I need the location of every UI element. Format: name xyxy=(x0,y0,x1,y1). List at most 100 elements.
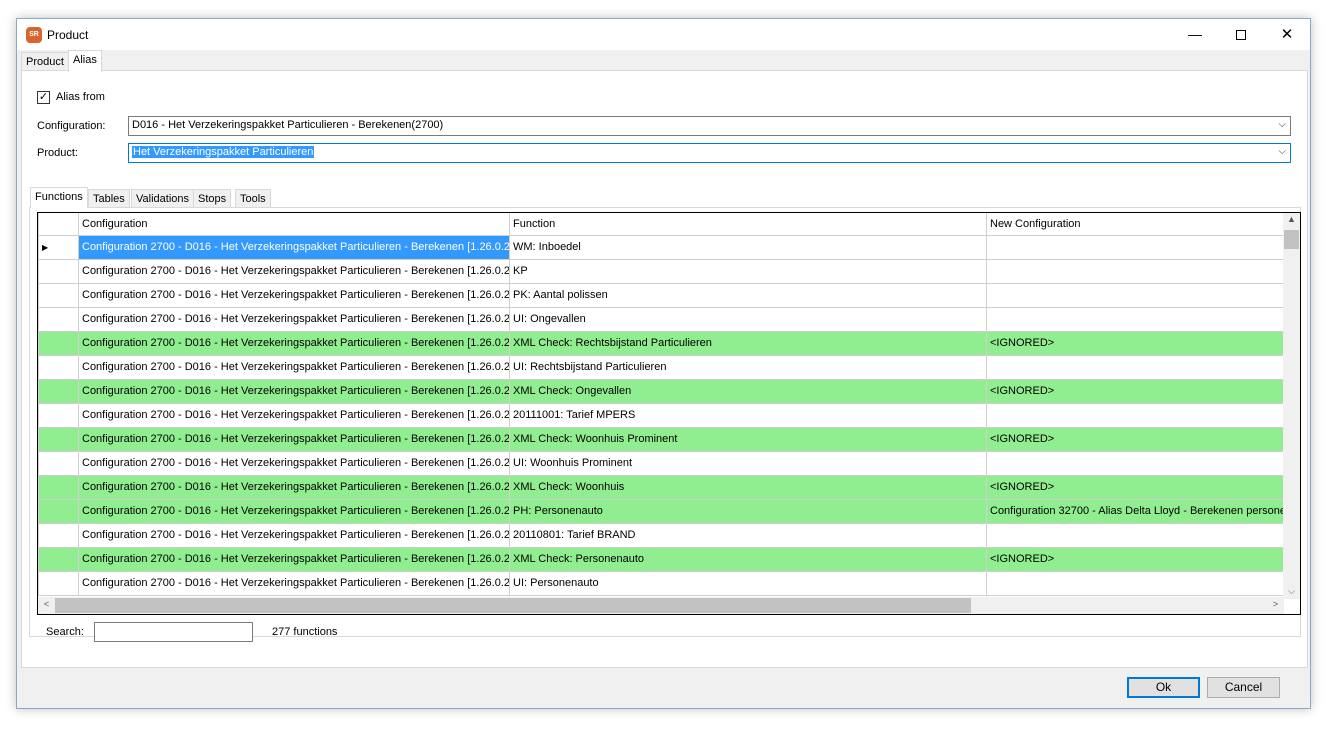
close-button[interactable]: ✕ xyxy=(1264,19,1310,50)
row-header[interactable] xyxy=(38,282,79,308)
cell-new-configuration[interactable]: <IGNORED> xyxy=(986,546,1285,572)
cell-configuration[interactable]: Configuration 2700 - D016 - Het Verzeker… xyxy=(78,426,510,452)
scroll-right-icon[interactable]: > xyxy=(1267,599,1284,609)
cell-new-configuration[interactable] xyxy=(986,282,1285,308)
table-row[interactable]: Configuration 2700 - D016 - Het Verzeker… xyxy=(38,426,1285,452)
cell-new-configuration[interactable]: <IGNORED> xyxy=(986,426,1285,452)
row-header[interactable] xyxy=(38,354,79,380)
row-header[interactable] xyxy=(38,378,79,404)
column-header-new-configuration[interactable]: New Configuration xyxy=(986,213,1285,236)
cell-new-configuration[interactable] xyxy=(986,522,1285,548)
cell-function[interactable]: KP xyxy=(509,258,987,284)
row-header[interactable]: ▶ xyxy=(38,234,79,260)
table-row[interactable]: Configuration 2700 - D016 - Het Verzeker… xyxy=(38,282,1285,308)
row-header[interactable] xyxy=(38,522,79,548)
cell-function[interactable]: WM: Inboedel xyxy=(509,234,987,260)
tab-tables[interactable]: Tables xyxy=(88,189,130,208)
cell-new-configuration[interactable] xyxy=(986,258,1285,284)
scroll-down-icon[interactable]: ⌵ xyxy=(1283,586,1300,597)
cell-new-configuration[interactable] xyxy=(986,306,1285,332)
tab-stops[interactable]: Stops xyxy=(193,189,232,208)
table-row[interactable]: Configuration 2700 - D016 - Het Verzeker… xyxy=(38,522,1285,548)
tab-product[interactable]: Product xyxy=(21,52,69,72)
cell-configuration[interactable]: Configuration 2700 - D016 - Het Verzeker… xyxy=(78,234,510,260)
minimize-button[interactable]: — xyxy=(1172,19,1218,50)
cell-new-configuration[interactable] xyxy=(986,234,1285,260)
table-row[interactable]: Configuration 2700 - D016 - Het Verzeker… xyxy=(38,570,1285,596)
cell-configuration[interactable]: Configuration 2700 - D016 - Het Verzeker… xyxy=(78,474,510,500)
row-header[interactable] xyxy=(38,450,79,476)
vertical-scroll-thumb[interactable] xyxy=(1284,230,1299,249)
alias-from-checkbox[interactable]: ✓ xyxy=(37,91,50,104)
cell-function[interactable]: XML Check: Personenauto xyxy=(509,546,987,572)
product-dropdown[interactable]: Het Verzekeringspakket Particulieren ⌵ xyxy=(128,143,1291,163)
cell-function[interactable]: XML Check: Rechtsbijstand Particulieren xyxy=(509,330,987,356)
cell-configuration[interactable]: Configuration 2700 - D016 - Het Verzeker… xyxy=(78,378,510,404)
cell-function[interactable]: XML Check: Woonhuis xyxy=(509,474,987,500)
cell-configuration[interactable]: Configuration 2700 - D016 - Het Verzeker… xyxy=(78,546,510,572)
table-row[interactable]: Configuration 2700 - D016 - Het Verzeker… xyxy=(38,330,1285,356)
cell-configuration[interactable]: Configuration 2700 - D016 - Het Verzeker… xyxy=(78,522,510,548)
column-header-function[interactable]: Function xyxy=(509,213,987,236)
search-input[interactable] xyxy=(94,622,253,642)
maximize-button[interactable] xyxy=(1218,19,1264,50)
cell-function[interactable]: UI: Personenauto xyxy=(509,570,987,596)
cell-configuration[interactable]: Configuration 2700 - D016 - Het Verzeker… xyxy=(78,354,510,380)
cell-function[interactable]: XML Check: Woonhuis Prominent xyxy=(509,426,987,452)
horizontal-scroll-thumb[interactable] xyxy=(55,598,971,613)
cell-new-configuration[interactable]: <IGNORED> xyxy=(986,474,1285,500)
cell-configuration[interactable]: Configuration 2700 - D016 - Het Verzeker… xyxy=(78,570,510,596)
cell-new-configuration[interactable] xyxy=(986,354,1285,380)
row-header[interactable] xyxy=(38,402,79,428)
cell-new-configuration[interactable] xyxy=(986,402,1285,428)
tab-alias[interactable]: Alias xyxy=(68,50,102,72)
table-row[interactable]: Configuration 2700 - D016 - Het Verzeker… xyxy=(38,402,1285,428)
table-row[interactable]: Configuration 2700 - D016 - Het Verzeker… xyxy=(38,498,1285,524)
configuration-dropdown[interactable]: D016 - Het Verzekeringspakket Particulie… xyxy=(128,116,1291,136)
cell-configuration[interactable]: Configuration 2700 - D016 - Het Verzeker… xyxy=(78,450,510,476)
ok-button[interactable]: Ok xyxy=(1127,677,1200,698)
row-header[interactable] xyxy=(38,570,79,596)
cell-function[interactable]: PH: Personenauto xyxy=(509,498,987,524)
cell-new-configuration[interactable]: Configuration 32700 - Alias Delta Lloyd … xyxy=(986,498,1285,524)
vertical-scrollbar[interactable]: ▲ ⌵ xyxy=(1283,213,1300,599)
cell-function[interactable]: 20110801: Tarief BRAND xyxy=(509,522,987,548)
scroll-left-icon[interactable]: < xyxy=(38,599,55,609)
cell-configuration[interactable]: Configuration 2700 - D016 - Het Verzeker… xyxy=(78,258,510,284)
cell-configuration[interactable]: Configuration 2700 - D016 - Het Verzeker… xyxy=(78,306,510,332)
functions-grid[interactable]: Configuration Function New Configuration… xyxy=(37,212,1301,615)
row-header[interactable] xyxy=(38,258,79,284)
cell-function[interactable]: PK: Aantal polissen xyxy=(509,282,987,308)
cell-function[interactable]: UI: Rechtsbijstand Particulieren xyxy=(509,354,987,380)
table-row[interactable]: Configuration 2700 - D016 - Het Verzeker… xyxy=(38,474,1285,500)
row-header[interactable] xyxy=(38,306,79,332)
scroll-up-icon[interactable]: ▲ xyxy=(1283,214,1300,224)
cell-configuration[interactable]: Configuration 2700 - D016 - Het Verzeker… xyxy=(78,330,510,356)
cell-function[interactable]: 20111001: Tarief MPERS xyxy=(509,402,987,428)
cell-function[interactable]: XML Check: Ongevallen xyxy=(509,378,987,404)
cell-new-configuration[interactable]: <IGNORED> xyxy=(986,378,1285,404)
cell-new-configuration[interactable] xyxy=(986,450,1285,476)
table-row[interactable]: Configuration 2700 - D016 - Het Verzeker… xyxy=(38,306,1285,332)
tab-validations[interactable]: Validations xyxy=(131,189,194,208)
horizontal-scrollbar[interactable]: < > xyxy=(38,597,1284,614)
table-row[interactable]: Configuration 2700 - D016 - Het Verzeker… xyxy=(38,378,1285,404)
cell-function[interactable]: UI: Woonhuis Prominent xyxy=(509,450,987,476)
row-header[interactable] xyxy=(38,546,79,572)
table-row[interactable]: Configuration 2700 - D016 - Het Verzeker… xyxy=(38,354,1285,380)
cell-new-configuration[interactable]: <IGNORED> xyxy=(986,330,1285,356)
cell-function[interactable]: UI: Ongevallen xyxy=(509,306,987,332)
table-row[interactable]: ▶ Configuration 2700 - D016 - Het Verzeke… xyxy=(38,234,1285,260)
row-header[interactable] xyxy=(38,474,79,500)
cell-configuration[interactable]: Configuration 2700 - D016 - Het Verzeker… xyxy=(78,402,510,428)
row-header[interactable] xyxy=(38,426,79,452)
cancel-button[interactable]: Cancel xyxy=(1207,677,1280,698)
table-row[interactable]: Configuration 2700 - D016 - Het Verzeker… xyxy=(38,258,1285,284)
cell-new-configuration[interactable] xyxy=(986,570,1285,596)
row-header[interactable] xyxy=(38,498,79,524)
column-header-configuration[interactable]: Configuration xyxy=(78,213,510,236)
cell-configuration[interactable]: Configuration 2700 - D016 - Het Verzeker… xyxy=(78,282,510,308)
tab-functions[interactable]: Functions xyxy=(30,187,88,208)
cell-configuration[interactable]: Configuration 2700 - D016 - Het Verzeker… xyxy=(78,498,510,524)
tab-tools[interactable]: Tools xyxy=(235,189,271,208)
